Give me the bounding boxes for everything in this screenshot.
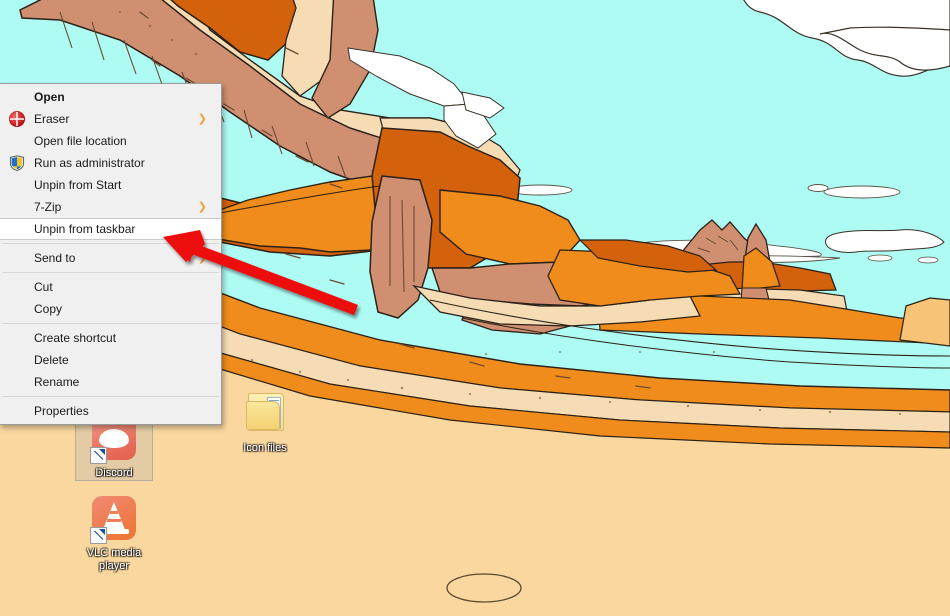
- shortcut-overlay-icon: [90, 527, 107, 544]
- menu-item-cut[interactable]: Cut: [0, 276, 221, 298]
- chevron-right-icon: ❯: [197, 252, 207, 264]
- menu-item-delete[interactable]: Delete: [0, 349, 221, 371]
- menu-item-open-file-location[interactable]: Open file location: [0, 130, 221, 152]
- menu-item-eraser[interactable]: Eraser ❯: [0, 108, 221, 130]
- chevron-right-icon: ❯: [197, 201, 207, 213]
- menu-item-send-to[interactable]: Send to ❯: [0, 247, 221, 269]
- menu-separator: [2, 396, 219, 397]
- vlc-icon: [90, 496, 138, 544]
- shortcut-overlay-icon: [90, 447, 107, 464]
- menu-item-label: Unpin from Start: [34, 178, 122, 192]
- desktop-icon-label: Icon files: [243, 442, 287, 454]
- cloud-small-1: [823, 185, 901, 199]
- menu-item-label: Send to: [34, 251, 76, 265]
- cloud-tiny-2: [917, 256, 939, 264]
- folder-icon: [241, 391, 289, 439]
- menu-separator: [2, 323, 219, 324]
- eraser-icon: [9, 111, 25, 127]
- menu-item-label: Delete: [34, 353, 69, 367]
- menu-item-label: Rename: [34, 375, 80, 389]
- menu-separator: [2, 243, 219, 244]
- cloud-small-2: [807, 184, 829, 192]
- menu-item-label: Eraser: [34, 112, 70, 126]
- menu-item-label: Cut: [34, 280, 53, 294]
- menu-item-7-zip[interactable]: 7-Zip ❯: [0, 196, 221, 218]
- menu-item-create-shortcut[interactable]: Create shortcut: [0, 327, 221, 349]
- desktop-icon-vlc-media-player[interactable]: VLC media player: [76, 494, 152, 573]
- menu-item-label: Create shortcut: [34, 331, 117, 345]
- menu-item-label: Open: [34, 90, 65, 104]
- menu-item-copy[interactable]: Copy: [0, 298, 221, 320]
- desktop-icon-icon-files[interactable]: Icon files: [227, 386, 303, 455]
- context-menu[interactable]: Open Eraser ❯ Open file location Run as …: [0, 83, 222, 425]
- menu-item-unpin-from-start[interactable]: Unpin from Start: [0, 174, 221, 196]
- menu-item-label: Open file location: [34, 134, 127, 148]
- chevron-right-icon: ❯: [197, 113, 207, 125]
- menu-item-label: Properties: [34, 404, 89, 418]
- menu-item-label: Run as administrator: [34, 156, 145, 170]
- menu-item-label: Copy: [34, 302, 63, 316]
- menu-item-properties[interactable]: Properties: [0, 400, 221, 422]
- menu-item-run-as-administrator[interactable]: Run as administrator: [0, 152, 221, 174]
- shield-icon: [9, 155, 25, 171]
- cloud-tiny-1: [867, 254, 893, 262]
- menu-item-open[interactable]: Open: [0, 86, 221, 108]
- desktop-icon-label: VLC media player: [86, 547, 142, 572]
- right-mesa: [899, 297, 950, 347]
- menu-item-label: 7-Zip: [34, 200, 62, 214]
- desktop[interactable]: Discord Icon files VLC media player Open…: [0, 0, 950, 616]
- menu-item-rename[interactable]: Rename: [0, 371, 221, 393]
- menu-item-label: Unpin from taskbar: [34, 222, 136, 236]
- desktop-icon-label: Discord: [95, 467, 133, 479]
- menu-separator: [2, 272, 219, 273]
- menu-item-unpin-from-taskbar[interactable]: Unpin from taskbar: [0, 218, 221, 240]
